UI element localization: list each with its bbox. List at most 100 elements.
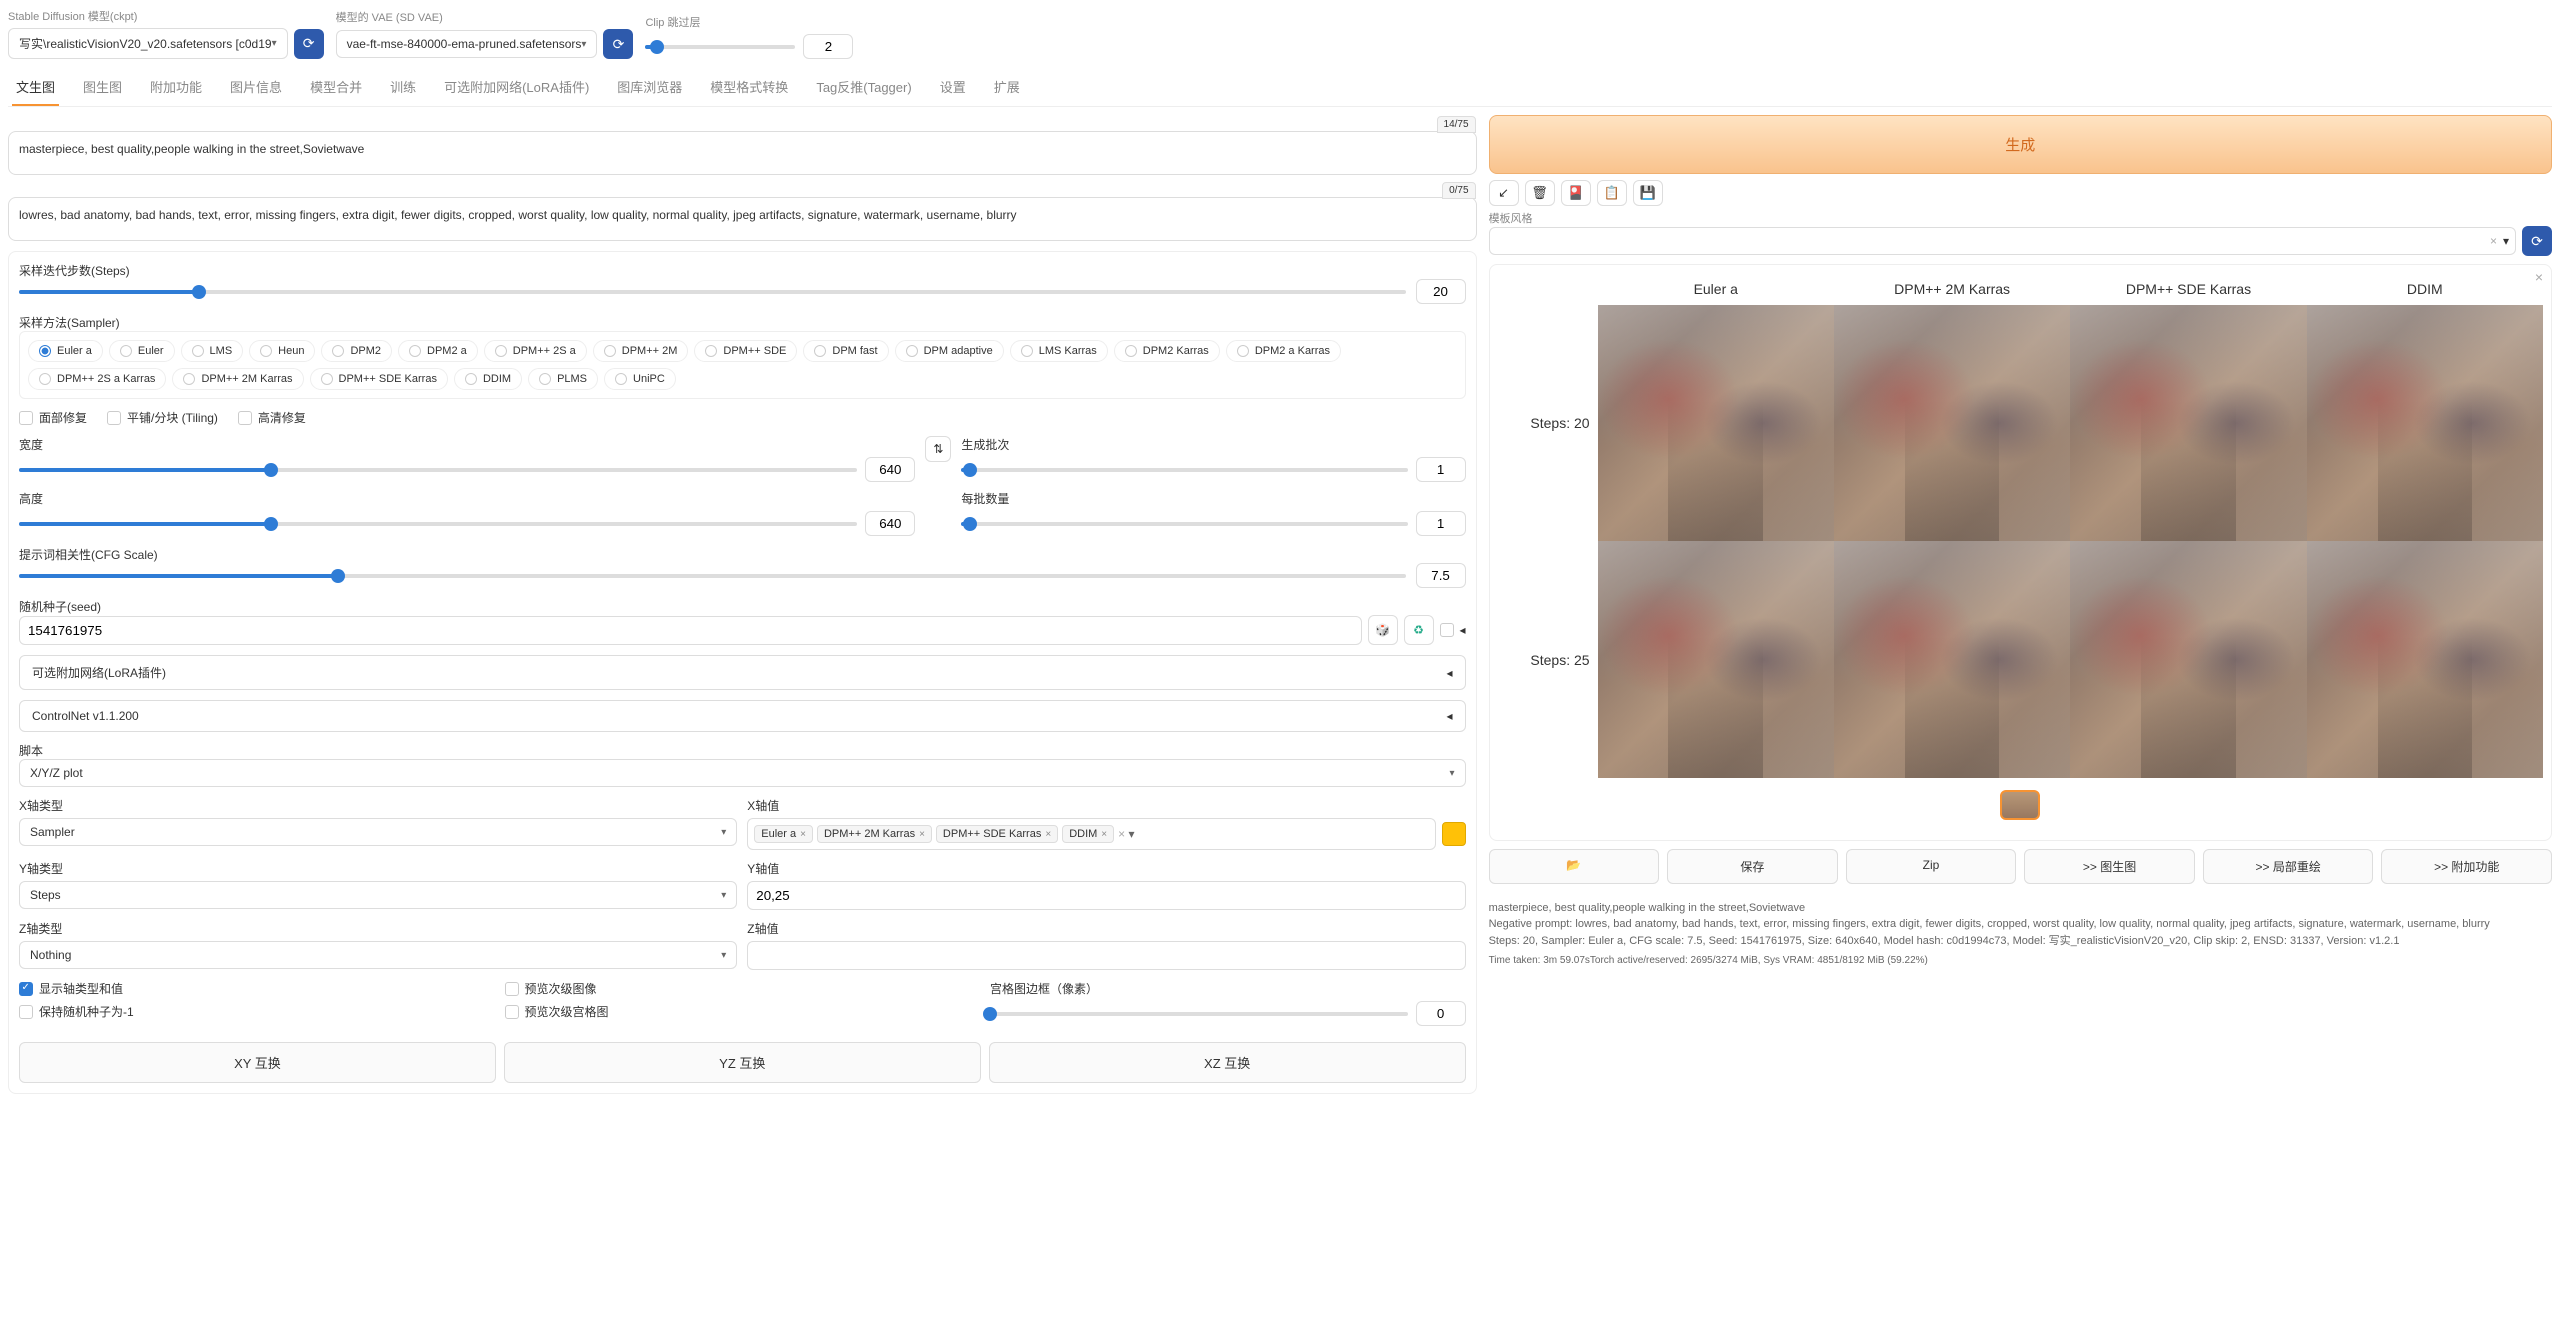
tab-2[interactable]: 附加功能 <box>146 69 206 106</box>
send-img2img-button[interactable]: >> 图生图 <box>2024 849 2195 884</box>
yz-swap-button[interactable]: YZ 互换 <box>504 1042 981 1083</box>
apply-prompt-button[interactable]: ↙ <box>1489 180 1519 206</box>
save-style-button[interactable]: 💾 <box>1633 180 1663 206</box>
close-output-button[interactable]: × <box>2535 269 2543 285</box>
sampler-radio-dpm2-karras[interactable]: DPM2 Karras <box>1114 340 1220 362</box>
output-image[interactable] <box>2070 541 2306 777</box>
x-type-dropdown[interactable]: Sampler▾ <box>19 818 737 846</box>
tab-11[interactable]: 扩展 <box>990 69 1024 106</box>
vae-refresh-button[interactable]: ⟳ <box>603 29 633 59</box>
margin-input[interactable] <box>1416 1001 1466 1026</box>
y-type-dropdown[interactable]: Steps▾ <box>19 881 737 909</box>
show-axis-checkbox[interactable]: 显示轴类型和值 <box>19 980 495 997</box>
sampler-radio-dpm-adaptive[interactable]: DPM adaptive <box>895 340 1004 362</box>
sampler-radio-lms-karras[interactable]: LMS Karras <box>1010 340 1108 362</box>
tab-0[interactable]: 文生图 <box>12 69 59 106</box>
include-sub-grid-checkbox[interactable]: 预览次级宫格图 <box>505 1003 981 1020</box>
send-extras-button[interactable]: >> 附加功能 <box>2381 849 2552 884</box>
vae-dropdown[interactable]: vae-ft-mse-840000-ema-pruned.safetensors… <box>336 30 598 58</box>
x-token[interactable]: DPM++ 2M Karras × <box>817 825 932 843</box>
seed-extra-arrow[interactable]: ◂ <box>1460 623 1466 637</box>
output-image[interactable] <box>1834 541 2070 777</box>
open-folder-button[interactable]: 📂 <box>1489 849 1660 884</box>
seed-extra-checkbox[interactable] <box>1440 623 1454 637</box>
output-thumbnail[interactable] <box>2000 790 2040 820</box>
y-values-input[interactable] <box>747 881 1465 910</box>
batch-size-input[interactable] <box>1416 511 1466 536</box>
z-values-input[interactable] <box>747 941 1465 970</box>
tab-8[interactable]: 模型格式转换 <box>706 69 792 106</box>
sampler-radio-dpm++-sde[interactable]: DPM++ SDE <box>694 340 797 362</box>
margin-slider[interactable] <box>990 1008 1408 1020</box>
styles-button[interactable]: 🎴 <box>1561 180 1591 206</box>
seed-input[interactable] <box>19 616 1362 645</box>
sampler-radio-unipc[interactable]: UniPC <box>604 368 676 390</box>
sampler-radio-plms[interactable]: PLMS <box>528 368 598 390</box>
clip-value-input[interactable] <box>803 34 853 59</box>
sampler-radio-dpm++-2m[interactable]: DPM++ 2M <box>593 340 689 362</box>
height-slider[interactable] <box>19 518 857 530</box>
sampler-radio-euler-a[interactable]: Euler a <box>28 340 103 362</box>
remove-token-icon[interactable]: × <box>1045 829 1051 840</box>
remove-token-icon[interactable]: × <box>919 829 925 840</box>
seed-reuse-button[interactable]: ♻ <box>1404 615 1434 645</box>
ckpt-dropdown[interactable]: 写实\realisticVisionV20_v20.safetensors [c… <box>8 28 288 59</box>
x-values-fill-button[interactable] <box>1442 822 1466 846</box>
xz-swap-button[interactable]: XZ 互换 <box>989 1042 1466 1083</box>
batch-count-slider[interactable] <box>961 464 1407 476</box>
tab-10[interactable]: 设置 <box>936 69 970 106</box>
output-image[interactable] <box>2070 305 2306 541</box>
output-image[interactable] <box>2307 305 2543 541</box>
steps-slider[interactable] <box>19 286 1406 298</box>
xy-swap-button[interactable]: XY 互换 <box>19 1042 496 1083</box>
tab-6[interactable]: 可选附加网络(LoRA插件) <box>440 69 593 106</box>
width-slider[interactable] <box>19 464 857 476</box>
clear-prompt-button[interactable]: 🗑 <box>1525 180 1555 206</box>
tab-3[interactable]: 图片信息 <box>226 69 286 106</box>
x-token[interactable]: Euler a × <box>754 825 813 843</box>
controlnet-accordion[interactable]: ControlNet v1.1.200◂ <box>19 700 1466 732</box>
sampler-radio-lms[interactable]: LMS <box>181 340 244 362</box>
positive-prompt[interactable]: 14/75 masterpiece, best quality,people w… <box>8 131 1477 175</box>
sampler-radio-euler[interactable]: Euler <box>109 340 175 362</box>
z-type-dropdown[interactable]: Nothing▾ <box>19 941 737 969</box>
output-image[interactable] <box>1598 305 1834 541</box>
negative-prompt[interactable]: 0/75 lowres, bad anatomy, bad hands, tex… <box>8 197 1477 241</box>
clip-slider[interactable] <box>645 41 795 53</box>
seed-random-button[interactable]: 🎲 <box>1368 615 1398 645</box>
x-token[interactable]: DDIM × <box>1062 825 1114 843</box>
x-values-input[interactable]: Euler a ×DPM++ 2M Karras ×DPM++ SDE Karr… <box>747 818 1435 850</box>
sampler-radio-dpm++-sde-karras[interactable]: DPM++ SDE Karras <box>310 368 448 390</box>
batch-size-slider[interactable] <box>961 518 1407 530</box>
paste-button[interactable]: 📋 <box>1597 180 1627 206</box>
face-restore-checkbox[interactable]: 面部修复 <box>19 409 87 426</box>
sampler-radio-dpm++-2s-a[interactable]: DPM++ 2S a <box>484 340 587 362</box>
zip-button[interactable]: Zip <box>1846 849 2017 884</box>
steps-input[interactable] <box>1416 279 1466 304</box>
width-input[interactable] <box>865 457 915 482</box>
generate-button[interactable]: 生成 <box>1489 115 2552 174</box>
script-dropdown[interactable]: X/Y/Z plot▾ <box>19 759 1466 787</box>
template-refresh-button[interactable]: ⟳ <box>2522 226 2552 256</box>
batch-count-input[interactable] <box>1416 457 1466 482</box>
sampler-radio-dpm-fast[interactable]: DPM fast <box>803 340 888 362</box>
sampler-radio-dpm2[interactable]: DPM2 <box>321 340 392 362</box>
remove-token-icon[interactable]: × <box>800 829 806 840</box>
hires-checkbox[interactable]: 高清修复 <box>238 409 306 426</box>
save-button[interactable]: 保存 <box>1667 849 1838 884</box>
template-dropdown[interactable]: ×▾ <box>1489 227 2516 255</box>
tab-7[interactable]: 图库浏览器 <box>613 69 686 106</box>
sampler-radio-dpm++-2s-a-karras[interactable]: DPM++ 2S a Karras <box>28 368 166 390</box>
sampler-radio-ddim[interactable]: DDIM <box>454 368 522 390</box>
clear-tokens-icon[interactable]: × <box>1118 827 1125 841</box>
x-token[interactable]: DPM++ SDE Karras × <box>936 825 1058 843</box>
send-inpaint-button[interactable]: >> 局部重绘 <box>2203 849 2374 884</box>
lora-accordion[interactable]: 可选附加网络(LoRA插件)◂ <box>19 655 1466 690</box>
cfg-slider[interactable] <box>19 570 1406 582</box>
tiling-checkbox[interactable]: 平铺/分块 (Tiling) <box>107 409 218 426</box>
output-image[interactable] <box>1834 305 2070 541</box>
include-sub-checkbox[interactable]: 预览次级图像 <box>505 980 981 997</box>
output-image[interactable] <box>2307 541 2543 777</box>
cfg-input[interactable] <box>1416 563 1466 588</box>
sampler-radio-dpm2-a[interactable]: DPM2 a <box>398 340 478 362</box>
